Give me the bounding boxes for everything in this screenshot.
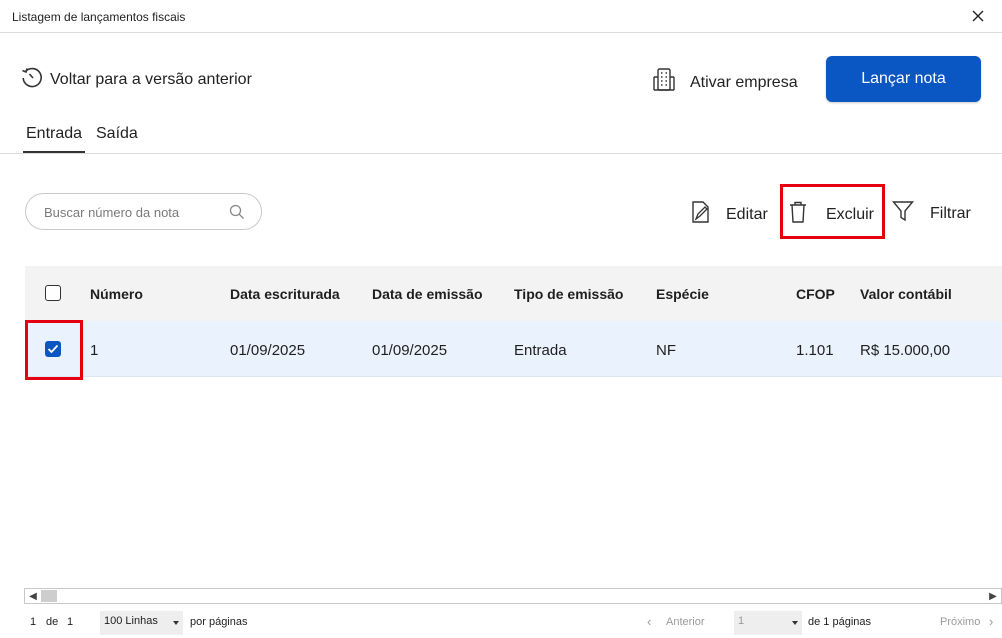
- cell-especie: NF: [656, 342, 676, 359]
- header-valor-contabil[interactable]: Valor contábil: [860, 286, 952, 302]
- edit-label: Editar: [726, 205, 768, 223]
- table-row[interactable]: 1 01/09/2025 01/09/2025 Entrada NF 1.101…: [25, 321, 1002, 377]
- back-label: Voltar para a versão anterior: [50, 70, 252, 88]
- cell-numero: 1: [90, 342, 99, 359]
- rows-per-page-value: 100 Linhas: [104, 615, 158, 627]
- previous-page-button[interactable]: Anterior: [666, 616, 705, 628]
- page-select[interactable]: 1: [734, 611, 802, 635]
- history-icon: [20, 65, 44, 94]
- edit-document-icon: [690, 200, 712, 229]
- scroll-left-icon[interactable]: ◀: [25, 589, 41, 603]
- de-paginas-label: de 1 páginas: [808, 616, 871, 628]
- building-icon: [652, 67, 676, 98]
- search-icon[interactable]: [229, 204, 245, 225]
- close-icon[interactable]: [968, 6, 988, 26]
- window-titlebar: Listagem de lançamentos fiscais: [0, 0, 1002, 33]
- window-title: Listagem de lançamentos fiscais: [12, 10, 186, 24]
- edit-button[interactable]: Editar: [690, 200, 768, 229]
- table-header: Número Data escriturada Data de emissão …: [25, 266, 1002, 321]
- filter-label: Filtrar: [930, 204, 971, 222]
- chevron-right-icon: ›: [989, 614, 994, 629]
- filter-button[interactable]: Filtrar: [892, 200, 971, 227]
- header-cfop[interactable]: CFOP: [796, 286, 835, 302]
- next-page-button[interactable]: Próximo: [940, 616, 980, 628]
- header-numero[interactable]: Número: [90, 286, 143, 302]
- delete-highlight-box: [780, 184, 885, 239]
- select-all-checkbox[interactable]: [45, 285, 61, 301]
- filter-icon: [892, 200, 914, 227]
- tab-saida[interactable]: Saída: [96, 125, 138, 151]
- pagination-bar: 1 de 1 100 Linhas por páginas ‹ Anterior…: [0, 610, 1002, 638]
- chevron-down-icon: [792, 621, 798, 625]
- back-to-previous-version-link[interactable]: Voltar para a versão anterior: [20, 65, 252, 94]
- chevron-down-icon: [173, 621, 179, 625]
- cell-tipo-emissao: Entrada: [514, 342, 567, 359]
- cell-data-escriturada: 01/09/2025: [230, 342, 306, 359]
- current-page-number: 1: [30, 616, 37, 628]
- rows-per-page-select[interactable]: 100 Linhas: [100, 611, 183, 635]
- total-pages-number: 1: [67, 616, 74, 628]
- header-especie[interactable]: Espécie: [656, 286, 709, 302]
- cell-data-emissao: 01/09/2025: [372, 342, 448, 359]
- scroll-right-icon[interactable]: ▶: [985, 589, 1001, 603]
- por-paginas-label: por páginas: [190, 616, 248, 628]
- activate-company-label: Ativar empresa: [690, 73, 798, 91]
- header-tipo-emissao[interactable]: Tipo de emissão: [514, 286, 623, 302]
- horizontal-scrollbar[interactable]: ◀ ▶: [24, 588, 1002, 604]
- scrollbar-thumb[interactable]: [41, 590, 57, 602]
- tab-entrada[interactable]: Entrada: [23, 125, 86, 153]
- activate-company-button[interactable]: Ativar empresa: [652, 67, 798, 98]
- cell-cfop: 1.101: [796, 342, 834, 359]
- launch-note-button[interactable]: Lançar nota: [826, 56, 981, 102]
- de-label: de: [46, 616, 59, 628]
- header-data-emissao[interactable]: Data de emissão: [372, 286, 483, 302]
- search-input[interactable]: [44, 202, 224, 222]
- search-box: [25, 193, 262, 230]
- checkbox-highlight-box: [25, 320, 83, 380]
- header-data-escriturada[interactable]: Data escriturada: [230, 286, 340, 302]
- tab-bar: Entrada Saída: [0, 120, 1002, 154]
- top-toolbar: Voltar para a versão anterior Ativar emp…: [0, 50, 1002, 108]
- page-select-value: 1: [738, 615, 745, 627]
- chevron-left-icon: ‹: [647, 614, 652, 629]
- cell-valor-contabil: R$ 15.000,00: [860, 342, 951, 359]
